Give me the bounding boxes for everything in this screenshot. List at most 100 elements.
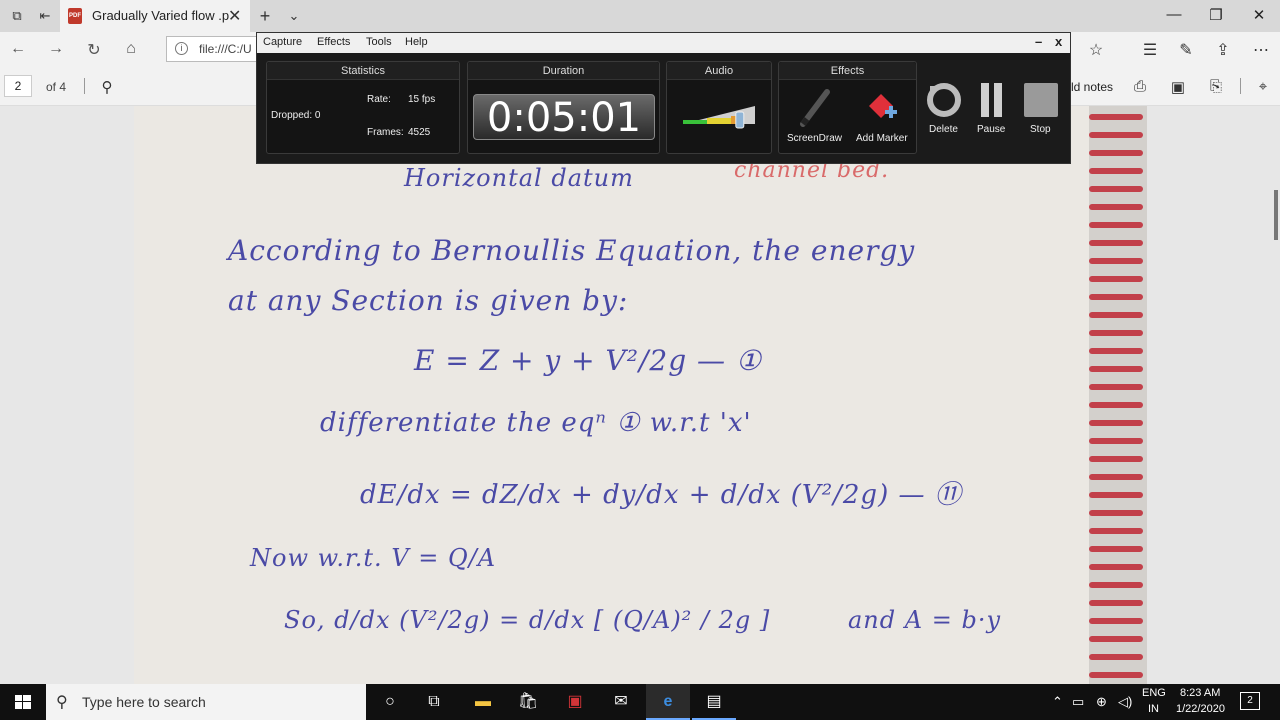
pause-icon[interactable] xyxy=(980,82,1004,118)
window-close-icon[interactable]: ✕ xyxy=(1249,6,1269,24)
binding-ring xyxy=(1089,600,1143,606)
save-icon[interactable]: ▣ xyxy=(1168,78,1188,96)
new-tab-icon[interactable]: + xyxy=(256,7,274,25)
add-marker-label[interactable]: Add Marker xyxy=(856,133,908,144)
store-icon[interactable]: 🛍 xyxy=(516,690,540,714)
add-marker-icon[interactable] xyxy=(867,92,901,124)
recorder-minimize-button[interactable]: – xyxy=(1035,34,1042,49)
gift-app-icon[interactable]: ▣ xyxy=(563,690,587,714)
handwritten-line: According to Bernoullis Equation, the en… xyxy=(228,234,916,267)
stop-icon[interactable] xyxy=(1023,82,1059,118)
binding-ring xyxy=(1089,276,1143,282)
language-top[interactable]: ENG xyxy=(1142,687,1166,699)
file-explorer-icon[interactable]: ▬ xyxy=(471,690,495,714)
network-icon[interactable]: ⊕ xyxy=(1096,694,1107,710)
taskbar-search-box[interactable]: ⚲ Type here to search xyxy=(46,684,366,720)
rate-label: Rate: xyxy=(367,94,391,105)
pen-notes-icon[interactable]: ✎ xyxy=(1175,40,1197,60)
duration-timer: 0:05:01 xyxy=(473,94,655,141)
effects-panel: Effects ScreenDraw Add Marker xyxy=(778,61,917,154)
notification-center-icon[interactable]: 2 xyxy=(1240,692,1260,710)
print-icon[interactable]: ⎙ xyxy=(1130,78,1150,95)
pause-button[interactable]: Pause xyxy=(977,124,1005,135)
save-as-icon[interactable]: ⎘ xyxy=(1206,78,1226,95)
tray-expand-icon[interactable]: ⌃ xyxy=(1052,694,1063,710)
window-restore-icon[interactable]: ❐ xyxy=(1206,6,1226,24)
toolbar-divider xyxy=(1240,78,1241,94)
edge-icon: e xyxy=(663,693,673,710)
tab-dropdown-icon[interactable]: ⌄ xyxy=(285,7,303,25)
binding-ring xyxy=(1089,204,1143,210)
stop-button[interactable]: Stop xyxy=(1030,124,1051,135)
statistics-panel: Statistics Dropped: 0 Rate: 15 fps Frame… xyxy=(266,61,460,154)
frames-label: Frames: xyxy=(367,127,404,138)
binding-ring xyxy=(1089,168,1143,174)
handwritten-line: E = Z + y + V²/2g — ① xyxy=(414,344,763,377)
task-view-icon[interactable]: ⧉ xyxy=(422,690,446,714)
scrollbar[interactable] xyxy=(1274,190,1278,240)
set-tabs-aside-icon[interactable]: ⇤ xyxy=(36,7,54,25)
duration-title: Duration xyxy=(542,65,585,77)
screendraw-label[interactable]: ScreenDraw xyxy=(787,133,842,144)
language-bottom[interactable]: IN xyxy=(1148,703,1159,715)
binding-ring xyxy=(1089,114,1143,120)
search-placeholder: Type here to search xyxy=(82,694,206,710)
menu-effects[interactable]: Effects xyxy=(317,36,350,48)
tab-close-icon[interactable]: ✕ xyxy=(228,6,241,26)
search-icon[interactable]: ⚲ xyxy=(97,78,117,96)
binding-ring xyxy=(1089,672,1143,678)
clock-date[interactable]: 1/22/2020 xyxy=(1176,703,1225,715)
binding-ring xyxy=(1089,150,1143,156)
address-url: file:///C:/U xyxy=(199,42,252,56)
screendraw-pen-icon[interactable] xyxy=(797,86,831,130)
menu-capture[interactable]: Capture xyxy=(263,36,302,48)
info-icon[interactable]: i xyxy=(175,42,188,55)
clock-time[interactable]: 8:23 AM xyxy=(1180,687,1220,699)
add-notes-button[interactable]: ld notes xyxy=(1071,80,1113,94)
toolbar-divider xyxy=(84,78,85,94)
edge-taskbar-button[interactable]: e xyxy=(646,684,690,720)
audio-level-slider[interactable] xyxy=(681,100,759,130)
browser-tab[interactable]: PDF Gradually Varied flow .p ✕ xyxy=(60,0,250,32)
mail-icon[interactable]: ✉ xyxy=(609,690,633,714)
favorites-list-icon[interactable]: ☰ xyxy=(1139,40,1161,60)
window-minimize-icon[interactable]: — xyxy=(1164,6,1184,23)
home-icon[interactable]: ⌂ xyxy=(121,40,141,58)
more-options-icon[interactable]: ⋯ xyxy=(1250,40,1272,60)
cortana-icon[interactable]: ○ xyxy=(378,690,402,714)
recorder-app-icon: ▤ xyxy=(706,693,722,710)
binding-ring xyxy=(1089,546,1143,552)
pdf-file-icon: PDF xyxy=(68,8,82,24)
binding-ring xyxy=(1089,222,1143,228)
pin-icon[interactable]: ⌖ xyxy=(1253,78,1273,95)
binding-ring xyxy=(1089,348,1143,354)
recorder-close-button[interactable]: x xyxy=(1055,34,1062,49)
forward-icon[interactable]: → xyxy=(46,40,66,58)
frames-value: 4525 xyxy=(408,127,431,138)
effects-title: Effects xyxy=(830,65,865,77)
binding-ring xyxy=(1089,420,1143,426)
windows-start-icon[interactable] xyxy=(0,684,46,720)
share-icon[interactable]: ⇪ xyxy=(1212,40,1234,60)
pdf-page: Horizontal datum channel bed. According … xyxy=(134,106,1147,684)
menu-help[interactable]: Help xyxy=(405,36,428,48)
binding-ring xyxy=(1089,582,1143,588)
delete-button[interactable]: Delete xyxy=(929,124,958,135)
menu-tools[interactable]: Tools xyxy=(366,36,392,48)
duration-panel: Duration 0:05:01 xyxy=(467,61,660,154)
rate-value: 15 fps xyxy=(408,94,436,105)
volume-icon[interactable]: ◁) xyxy=(1118,694,1132,710)
page-number-input[interactable]: 2 xyxy=(4,75,32,97)
tab-list-icon[interactable]: ⧉ xyxy=(8,7,26,25)
notebook-binding xyxy=(1089,106,1147,684)
back-icon[interactable]: ← xyxy=(8,40,28,58)
recorder-taskbar-button[interactable]: ▤ xyxy=(692,684,736,720)
refresh-icon[interactable]: ↻ xyxy=(84,40,104,60)
battery-icon[interactable]: ▭ xyxy=(1072,694,1084,710)
binding-ring xyxy=(1089,258,1143,264)
address-bar[interactable]: i file:///C:/U xyxy=(166,36,262,62)
recorder-menu-bar: Capture Effects Tools Help – x xyxy=(257,33,1070,53)
favorite-star-icon[interactable]: ☆ xyxy=(1085,40,1107,60)
handwritten-line: So, d/dx (V²/2g) = d/dx [ (Q/A)² / 2g ] xyxy=(284,606,771,634)
delete-icon[interactable] xyxy=(926,82,962,118)
